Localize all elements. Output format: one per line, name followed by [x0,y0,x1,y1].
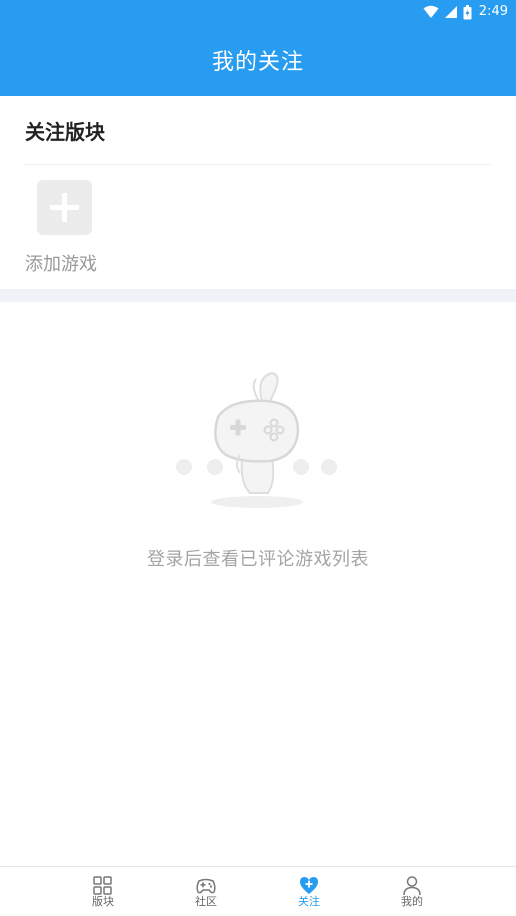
section-separator [0,289,516,302]
status-bar: 2:49 [0,0,516,24]
nav-label: 我的 [401,895,423,908]
nav-item-mine[interactable]: 我的 [382,867,442,916]
nav-label: 版块 [92,895,114,908]
section-title: 关注版块 [25,120,105,144]
empty-state-message: 登录后查看已评论游戏列表 [147,549,369,570]
bottom-nav: 版块 社区 关注 我的 [0,866,516,916]
nav-item-boards[interactable]: 版块 [73,867,133,916]
add-game-label: 添加游戏 [25,254,97,275]
bunny-gamepad-icon [170,365,346,515]
nav-label: 社区 [195,895,217,908]
cell-signal-icon [444,6,457,18]
nav-label: 关注 [298,895,320,908]
add-game-button[interactable]: 添加游戏 [24,180,108,280]
status-time: 2:49 [478,4,508,19]
battery-icon [463,4,472,19]
title-bar: 我的关注 [0,24,516,96]
nav-item-following[interactable]: 关注 [279,867,339,916]
status-icons: 2:49 [423,3,508,21]
page-title: 我的关注 [211,50,304,75]
section-divider [25,164,491,165]
wifi-icon [423,5,439,18]
followed-section: 关注版块 添加游戏 [0,96,516,289]
app-header: 2:49 我的关注 [0,0,516,96]
nav-item-community[interactable]: 社区 [176,867,236,916]
add-icon[interactable] [37,180,92,235]
